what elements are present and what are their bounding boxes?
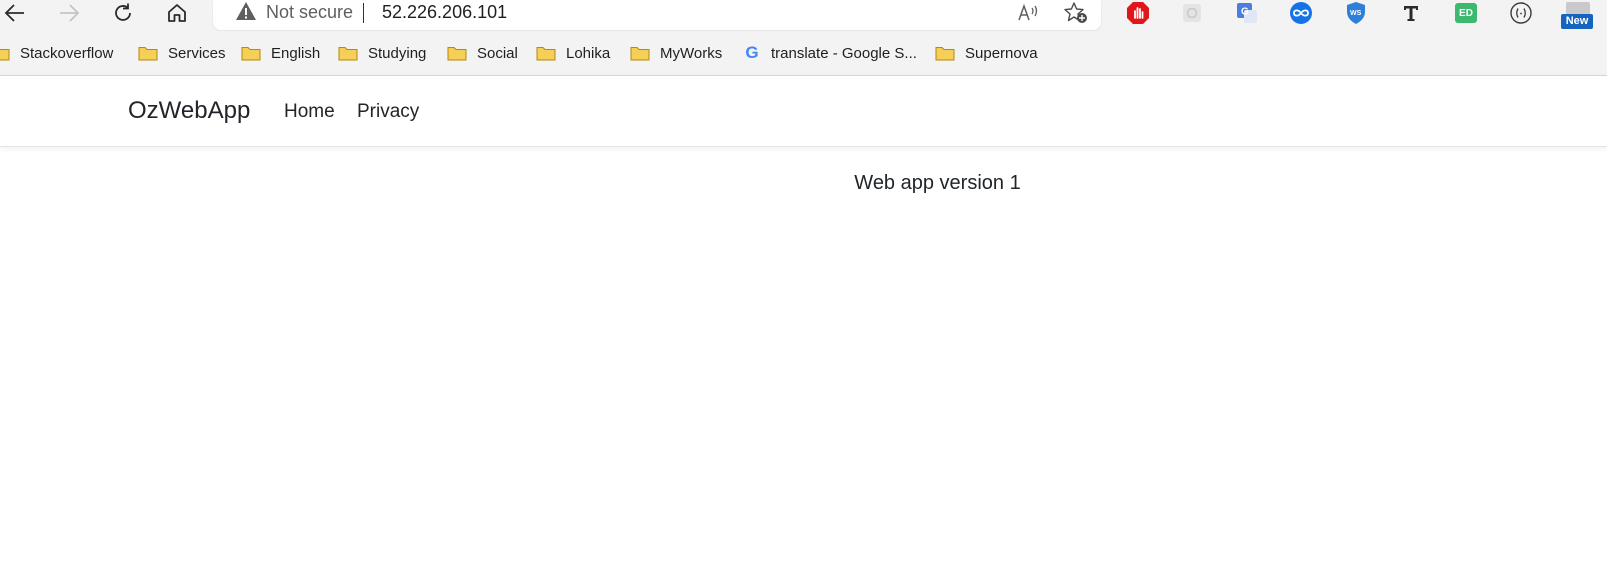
svg-text:WS: WS: [1350, 10, 1362, 17]
text-t-icon: [1404, 6, 1418, 21]
home-button[interactable]: [162, 0, 192, 26]
new-extension-icon: New: [1561, 0, 1595, 31]
disabled-extension-button[interactable]: [1179, 0, 1205, 26]
main-content: Web app version 1: [0, 172, 1607, 195]
bookmark-label: Stackoverflow: [20, 44, 114, 62]
nav-link-home[interactable]: Home: [284, 101, 335, 123]
ed-badge-icon: ED: [1455, 3, 1477, 23]
bookmarks-bar: Stackoverflow Services English Studying …: [0, 31, 1607, 76]
nav-link-privacy[interactable]: Privacy: [357, 101, 419, 123]
google-translate-extension-button[interactable]: G: [1234, 0, 1260, 26]
folder-icon: [138, 47, 158, 61]
folder-icon: [338, 47, 358, 61]
bookmark-english[interactable]: English: [241, 42, 320, 64]
bookmark-label: MyWorks: [660, 44, 723, 62]
folder-icon: [536, 47, 556, 61]
back-button[interactable]: [0, 0, 30, 26]
star-add-icon: [1064, 2, 1087, 23]
gray-extension-icon: [1183, 4, 1201, 22]
bookmark-label: translate - Google S...: [771, 44, 917, 62]
security-label[interactable]: Not secure: [266, 2, 353, 23]
folder-icon: [0, 49, 10, 61]
bookmark-label: Lohika: [566, 44, 611, 62]
code-brackets-extension-button[interactable]: [1508, 0, 1534, 26]
url-divider: [363, 3, 364, 23]
refresh-button[interactable]: [108, 0, 138, 26]
code-brackets-icon: [1510, 2, 1532, 24]
shield-icon: WS: [1347, 2, 1365, 24]
bookmark-supernova[interactable]: Supernova: [935, 42, 1038, 64]
bookmark-label: Studying: [368, 44, 427, 62]
google-translate-icon: G: [1237, 3, 1257, 23]
browser-toolbar: Not secure 52.226.206.101 G WS ED New: [0, 0, 1607, 31]
warning-icon: [236, 2, 256, 20]
folder-icon: [447, 47, 467, 61]
infinity-icon: [1290, 2, 1312, 24]
bookmark-services[interactable]: Services: [138, 42, 226, 64]
bookmark-label: English: [271, 44, 321, 62]
url-text[interactable]: 52.226.206.101: [382, 2, 507, 23]
folder-icon: [935, 47, 955, 61]
version-message: Web app version 1: [854, 172, 1021, 194]
text-extension-button[interactable]: [1398, 0, 1424, 26]
read-aloud-icon: [1018, 3, 1038, 21]
address-bar[interactable]: Not secure 52.226.206.101: [213, 0, 1101, 30]
google-icon: G: [745, 43, 759, 62]
site-brand[interactable]: OzWebApp: [128, 97, 250, 125]
forward-button[interactable]: [54, 0, 84, 26]
bookmark-social[interactable]: Social: [447, 42, 518, 64]
back-arrow-icon: [4, 4, 24, 22]
folder-icon: [241, 47, 261, 61]
bookmark-myworks[interactable]: MyWorks: [630, 42, 722, 64]
site-navbar: OzWebApp Home Privacy: [0, 76, 1607, 147]
read-aloud-button[interactable]: [1015, 0, 1043, 26]
ws-shield-extension-button[interactable]: WS: [1343, 0, 1369, 26]
home-icon: [168, 4, 186, 22]
ed-extension-button[interactable]: ED: [1453, 0, 1479, 26]
ed-badge-label: ED: [1459, 7, 1473, 19]
adblock-stop-icon: [1127, 2, 1149, 24]
bookmark-studying[interactable]: Studying: [338, 42, 426, 64]
adblock-extension-button[interactable]: [1125, 0, 1151, 26]
bookmark-translate-google[interactable]: G translate - Google S...: [743, 42, 917, 64]
new-badge: New: [1561, 14, 1593, 29]
infinity-extension-button[interactable]: [1288, 0, 1314, 26]
bookmark-label: Social: [477, 44, 518, 62]
bookmark-stackoverflow[interactable]: Stackoverflow: [0, 42, 113, 64]
bookmark-lohika[interactable]: Lohika: [536, 42, 610, 64]
folder-icon: [630, 47, 650, 61]
refresh-icon: [115, 3, 131, 21]
forward-arrow-icon: [60, 4, 80, 22]
new-extension-button[interactable]: New: [1561, 0, 1595, 31]
add-favorite-button[interactable]: [1062, 0, 1090, 26]
bookmark-label: Supernova: [965, 44, 1038, 62]
svg-text:G: G: [1241, 7, 1249, 18]
bookmark-label: Services: [168, 44, 226, 62]
